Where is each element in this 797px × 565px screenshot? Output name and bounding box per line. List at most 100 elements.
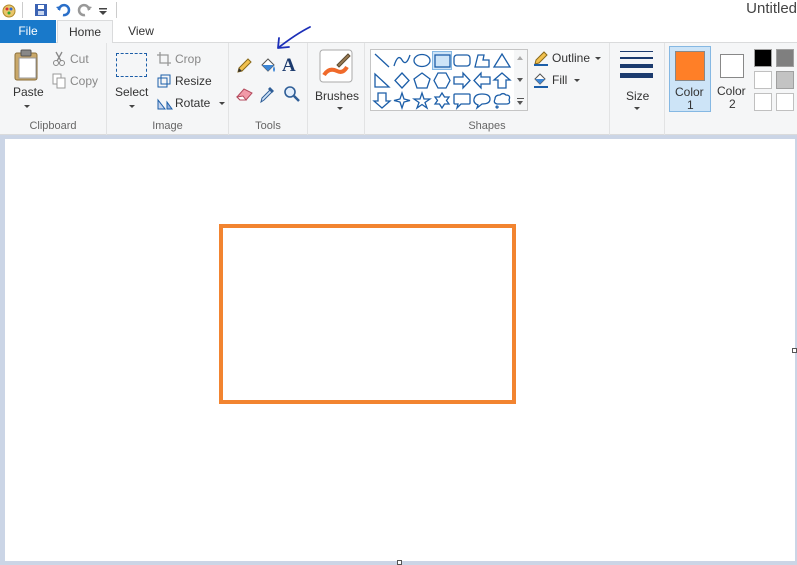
shape-cloud-callout[interactable] xyxy=(492,91,512,110)
shape-up-arrow[interactable] xyxy=(492,71,512,90)
qat-divider xyxy=(22,2,23,18)
color1-swatch xyxy=(675,51,705,81)
copy-icon xyxy=(52,73,66,92)
outline-label: Outline xyxy=(552,51,591,65)
pencil-tool[interactable] xyxy=(235,57,253,75)
size-button[interactable]: Size xyxy=(615,47,659,111)
eraser-tool[interactable] xyxy=(235,85,255,103)
cut-label: Cut xyxy=(70,52,89,66)
scroll-up-icon[interactable] xyxy=(517,56,523,60)
color2-button[interactable]: Color 2 xyxy=(713,46,753,112)
color2-swatch xyxy=(720,54,744,78)
shape-right-arrow[interactable] xyxy=(452,71,472,90)
color1-label-line1: Color xyxy=(675,85,704,99)
redo-icon[interactable] xyxy=(77,2,93,18)
outline-pen-icon xyxy=(533,50,549,69)
crop-button[interactable]: Crop xyxy=(157,51,223,69)
group-image: Select Crop Resize Rotate Image xyxy=(107,43,229,135)
resize-icon xyxy=(157,74,171,91)
shape-rounded-callout[interactable] xyxy=(452,91,472,111)
shape-four-point-star[interactable] xyxy=(392,90,412,111)
outline-button[interactable]: Outline xyxy=(533,50,605,68)
color1-button[interactable]: Color 1 xyxy=(669,46,711,112)
copy-button[interactable]: Copy xyxy=(52,73,102,91)
size-dropdown-caret xyxy=(634,107,640,110)
tab-file[interactable]: File xyxy=(0,20,56,43)
fill-tool[interactable] xyxy=(258,56,278,76)
select-icon xyxy=(116,53,147,77)
shape-six-point-star[interactable] xyxy=(432,91,452,110)
tab-view[interactable]: View xyxy=(114,20,168,44)
select-dropdown-caret xyxy=(129,105,135,108)
brushes-label: Brushes xyxy=(315,89,360,103)
group-tools: A Tools xyxy=(229,43,308,135)
shape-left-arrow[interactable] xyxy=(472,71,492,90)
tools-group-label: Tools xyxy=(255,120,281,132)
shape-diamond[interactable] xyxy=(392,71,412,90)
shapes-gallery xyxy=(370,49,528,111)
paint-app-icon[interactable] xyxy=(2,2,18,18)
resize-button[interactable]: Resize xyxy=(157,73,223,91)
cut-button[interactable]: Cut xyxy=(52,51,102,69)
brushes-dropdown-caret xyxy=(337,107,343,110)
magnifier-tool[interactable] xyxy=(282,84,302,104)
shape-rounded-rectangle[interactable] xyxy=(452,51,472,70)
text-tool[interactable]: A xyxy=(282,56,302,76)
shape-hexagon[interactable] xyxy=(432,71,452,90)
group-size: Size xyxy=(610,43,665,135)
text-a-icon: A xyxy=(282,55,296,76)
brushes-button[interactable]: Brushes xyxy=(313,47,361,111)
palette-swatch[interactable] xyxy=(754,71,772,89)
shape-oval-callout[interactable] xyxy=(472,91,492,110)
canvas-resize-handle-right[interactable] xyxy=(792,348,797,353)
canvas-resize-handle-bottom[interactable] xyxy=(397,560,402,565)
rotate-icon xyxy=(157,96,173,113)
color1-label-line2: 1 xyxy=(687,98,694,112)
expand-gallery-icon[interactable] xyxy=(517,98,524,99)
palette-swatch[interactable] xyxy=(754,93,772,111)
undo-icon[interactable] xyxy=(55,2,71,18)
group-colors: Color 1 Color 2 xyxy=(665,43,797,135)
shape-five-point-star[interactable] xyxy=(411,90,433,110)
shape-triangle[interactable] xyxy=(492,51,512,70)
shape-polygon[interactable] xyxy=(472,51,492,70)
shape-curve[interactable] xyxy=(392,51,412,70)
group-clipboard: Paste Cut Copy Clipboard xyxy=(0,43,107,135)
crop-label: Crop xyxy=(175,52,202,66)
color-picker-tool[interactable] xyxy=(259,84,277,104)
customize-qat-icon[interactable] xyxy=(98,2,114,18)
canvas-workspace xyxy=(0,136,797,565)
select-button[interactable]: Select xyxy=(113,49,151,109)
palette-swatch[interactable] xyxy=(754,49,772,67)
palette-swatch[interactable] xyxy=(776,71,794,89)
scissors-icon xyxy=(52,51,66,70)
shape-rectangle[interactable] xyxy=(432,51,452,70)
paste-icon xyxy=(12,49,42,84)
expand-gallery-caret xyxy=(517,101,523,105)
shape-right-triangle[interactable] xyxy=(372,71,392,90)
shape-pentagon[interactable] xyxy=(412,71,432,90)
shape-down-arrow[interactable] xyxy=(372,91,392,110)
palette-swatch[interactable] xyxy=(776,49,794,67)
drawing-canvas[interactable] xyxy=(5,139,795,561)
shape-oval[interactable] xyxy=(412,51,432,70)
palette-swatch[interactable] xyxy=(776,93,794,111)
title-bar: Untitled xyxy=(0,0,797,20)
brush-icon xyxy=(319,49,353,86)
drawn-rectangle xyxy=(219,224,516,404)
shapes-gallery-scrollbar[interactable] xyxy=(514,49,528,111)
crop-icon xyxy=(157,52,171,69)
fill-bucket-icon xyxy=(533,72,549,91)
fill-button[interactable]: Fill xyxy=(533,72,605,90)
outline-dropdown-caret xyxy=(595,57,601,60)
shape-line[interactable] xyxy=(372,51,392,70)
scroll-down-icon[interactable] xyxy=(517,78,523,82)
clipboard-group-label: Clipboard xyxy=(29,120,77,132)
save-icon[interactable] xyxy=(33,2,49,18)
eraser-icon xyxy=(235,88,255,106)
paint-bucket-icon xyxy=(258,58,278,79)
rotate-button[interactable]: Rotate xyxy=(157,95,225,113)
paste-button[interactable]: Paste xyxy=(8,47,48,109)
paste-dropdown-caret xyxy=(24,105,30,108)
tab-home[interactable]: Home xyxy=(57,20,113,44)
